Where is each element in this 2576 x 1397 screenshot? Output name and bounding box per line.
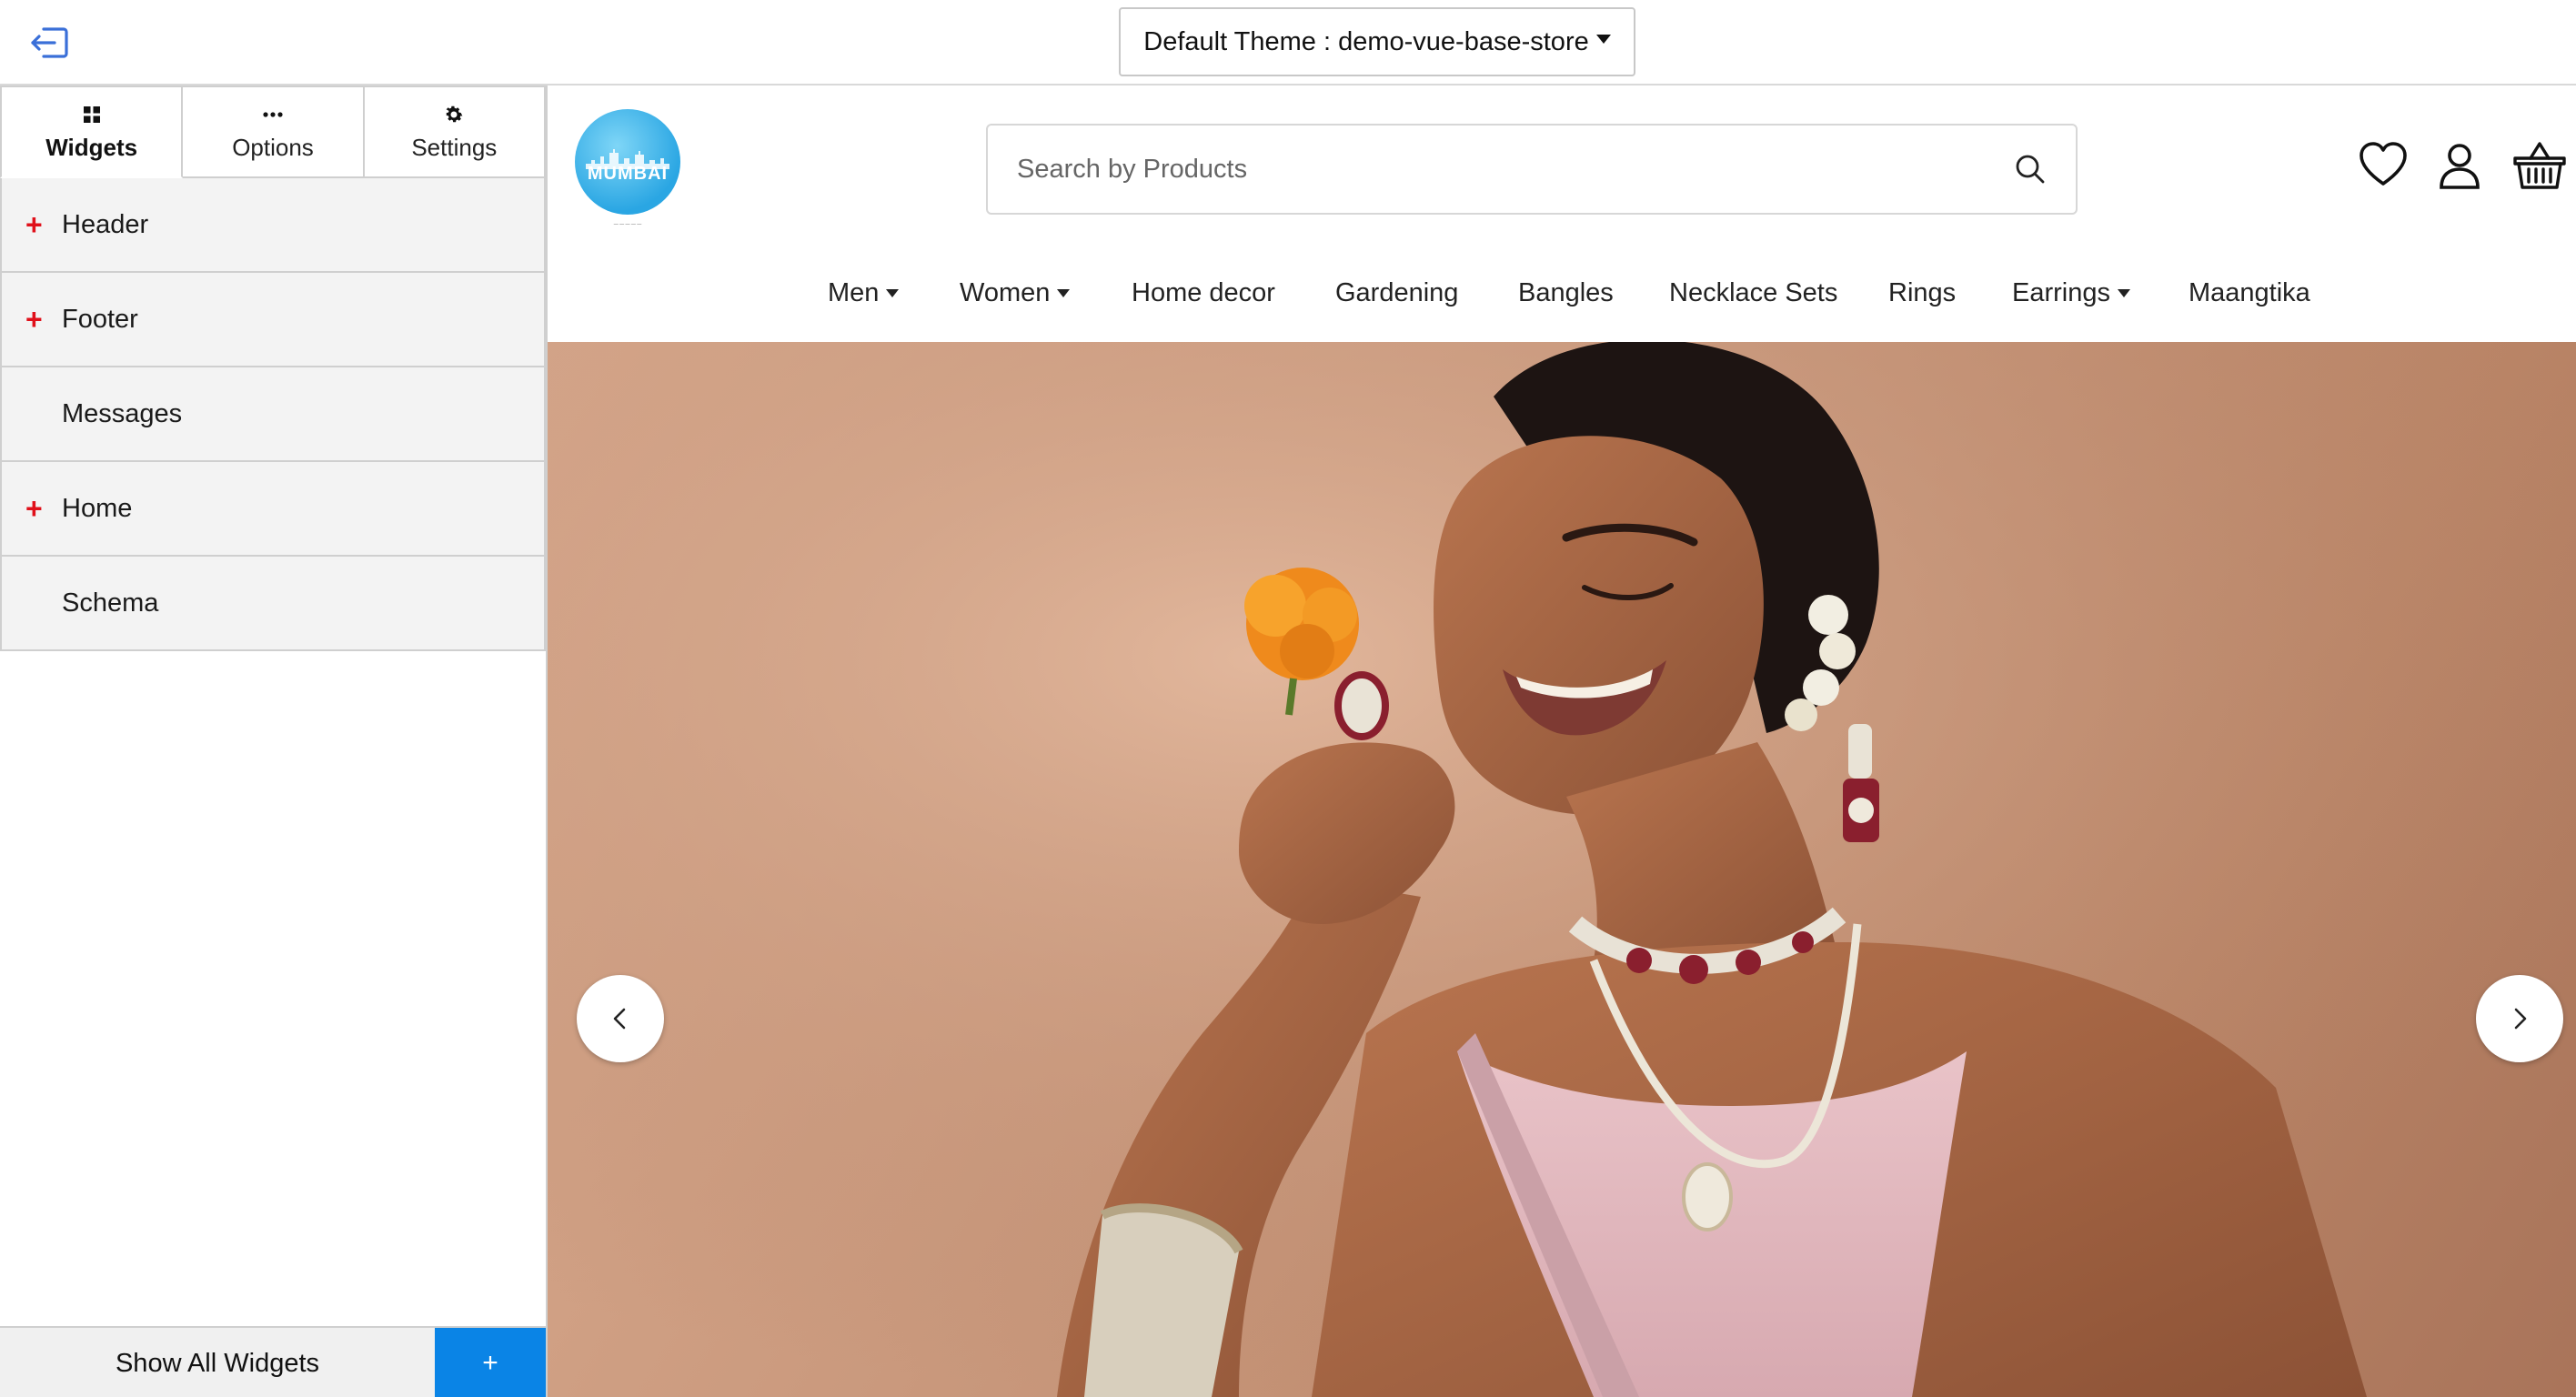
- search-input[interactable]: Search by Products: [1017, 155, 1985, 185]
- sidebar-item-schema[interactable]: Schema: [2, 557, 546, 651]
- plus-icon: +: [25, 208, 43, 241]
- tab-settings-label: Settings: [411, 133, 498, 161]
- logo-text: MUMBAI: [587, 164, 669, 184]
- logo-tagline: — — — — —: [613, 222, 642, 227]
- tab-options-label: Options: [232, 133, 314, 161]
- chevron-right-icon: [2514, 1008, 2527, 1030]
- dots-icon: [262, 103, 284, 126]
- chevron-down-icon: [2118, 289, 2130, 297]
- search-icon[interactable]: [1985, 124, 2076, 215]
- nav-item-label: Home decor: [1132, 278, 1275, 307]
- tab-widgets[interactable]: Widgets: [0, 85, 184, 178]
- sidebar-item-home[interactable]: + Home: [2, 462, 546, 557]
- hero-image: [548, 342, 2576, 1397]
- user-icon[interactable]: [2434, 140, 2492, 198]
- nav-item-label: Gardening: [1335, 278, 1459, 307]
- sidebar-item-label: Header: [62, 209, 149, 239]
- carousel-next-button[interactable]: [2476, 975, 2563, 1062]
- heart-icon[interactable]: [2358, 140, 2416, 198]
- plus-icon: +: [25, 492, 43, 525]
- theme-dropdown-label: Default Theme : demo-vue-base-store: [1143, 26, 1589, 56]
- gear-icon: [443, 103, 465, 126]
- show-all-widgets-button[interactable]: Show All Widgets: [0, 1328, 435, 1397]
- chevron-down-icon: [886, 289, 900, 297]
- nav-item-label: Maangtika: [2189, 278, 2310, 307]
- nav-item-label: Earrings: [2012, 278, 2110, 307]
- grid-icon: [83, 103, 101, 126]
- chevron-down-icon: [1057, 289, 1071, 297]
- chevron-left-icon: [613, 1008, 626, 1030]
- nav-item-label: Bangles: [1518, 278, 1614, 307]
- sidebar-item-footer[interactable]: + Footer: [2, 273, 546, 367]
- nav-item-earrings[interactable]: Earrings: [2012, 278, 2130, 308]
- nav-item-gardening[interactable]: Gardening: [1335, 278, 1458, 308]
- nav-item-women[interactable]: Women: [960, 278, 1071, 308]
- main-nav: Men Women Home decor Gardening Bangles N…: [548, 260, 2576, 342]
- sidebar-item-label: Messages: [62, 398, 183, 428]
- nav-item-label: Rings: [1888, 278, 1957, 307]
- basket-icon[interactable]: [2512, 140, 2571, 198]
- store-preview: MUMBAI — — — — — Search by Products Men …: [548, 85, 2576, 1397]
- chevron-down-icon: [1595, 35, 1611, 44]
- widget-list: + Header + Footer Messages + Home Schema: [0, 178, 546, 651]
- header-actions: [2358, 140, 2576, 198]
- nav-item-home-decor[interactable]: Home decor: [1132, 278, 1275, 308]
- plus-icon: +: [25, 303, 43, 336]
- nav-item-maangtika[interactable]: Maangtika: [2189, 278, 2310, 308]
- sidebar-item-label: Home: [62, 493, 133, 523]
- carousel-prev-button[interactable]: [577, 975, 664, 1062]
- sidebar-item-label: Schema: [62, 588, 159, 618]
- sidebar-footer: Show All Widgets +: [0, 1326, 546, 1397]
- hero-carousel[interactable]: [548, 342, 2576, 1397]
- nav-item-label: Necklace Sets: [1669, 278, 1838, 307]
- tab-widgets-label: Widgets: [45, 133, 138, 161]
- editor-sidebar: Widgets Options Settings + Header + Foot…: [0, 85, 548, 1397]
- logo-badge: MUMBAI: [575, 109, 680, 215]
- sidebar-tabs: Widgets Options Settings: [0, 85, 546, 178]
- search-bar[interactable]: Search by Products: [986, 124, 2078, 215]
- sidebar-item-label: Footer: [62, 304, 138, 334]
- sidebar-item-header[interactable]: + Header: [2, 178, 546, 273]
- tab-options[interactable]: Options: [183, 85, 365, 178]
- top-bar: Default Theme : demo-vue-base-store: [0, 0, 2576, 85]
- store-logo[interactable]: MUMBAI — — — — —: [575, 109, 688, 227]
- theme-dropdown[interactable]: Default Theme : demo-vue-base-store: [1119, 7, 1635, 76]
- nav-item-men[interactable]: Men: [828, 278, 900, 308]
- nav-item-rings[interactable]: Rings: [1888, 278, 1956, 308]
- tab-settings[interactable]: Settings: [364, 85, 546, 178]
- sidebar-item-messages[interactable]: Messages: [2, 367, 546, 462]
- nav-item-bangles[interactable]: Bangles: [1518, 278, 1614, 308]
- logout-icon[interactable]: [27, 24, 71, 62]
- add-widget-button[interactable]: +: [435, 1328, 546, 1397]
- nav-item-necklace-sets[interactable]: Necklace Sets: [1669, 278, 1837, 308]
- nav-item-label: Women: [960, 278, 1051, 307]
- nav-item-label: Men: [828, 278, 880, 307]
